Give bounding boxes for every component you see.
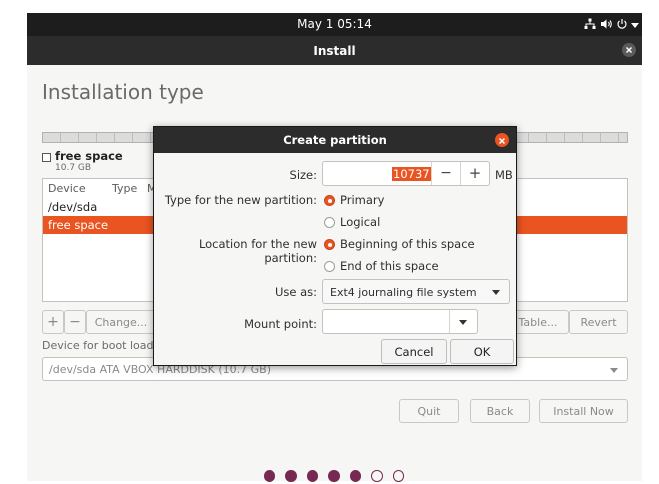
change-partition-button[interactable]: Change... bbox=[86, 310, 156, 334]
close-icon bbox=[625, 46, 633, 54]
partition-location-label: Location for the new partition: bbox=[198, 237, 317, 265]
ok-button[interactable]: OK bbox=[450, 339, 514, 364]
size-label: Size: bbox=[289, 168, 317, 182]
window-close-button[interactable] bbox=[622, 43, 636, 57]
progress-dot-pending bbox=[371, 470, 383, 482]
clock[interactable]: May 1 05:14 bbox=[27, 17, 642, 31]
back-button[interactable]: Back bbox=[470, 399, 530, 423]
logical-radio[interactable] bbox=[324, 217, 335, 228]
table-cell-device: free space bbox=[48, 218, 109, 232]
spin-divider bbox=[460, 162, 461, 185]
use-as-label: Use as: bbox=[274, 285, 317, 299]
logical-radio-label[interactable]: Logical bbox=[340, 215, 380, 229]
table-cell-device: /dev/sda bbox=[48, 200, 98, 214]
create-partition-dialog: Create partition Size: 10737 − + MB Type… bbox=[153, 126, 517, 366]
end-radio[interactable] bbox=[324, 261, 335, 272]
power-icon[interactable] bbox=[616, 18, 628, 33]
beginning-radio-label[interactable]: Beginning of this space bbox=[340, 237, 475, 251]
progress-dot-complete bbox=[328, 470, 340, 482]
column-header-type[interactable]: Type bbox=[112, 182, 137, 195]
size-spinbox[interactable]: 10737 − + bbox=[322, 161, 490, 186]
mount-point-combo[interactable] bbox=[322, 309, 478, 334]
volume-icon[interactable] bbox=[600, 18, 613, 33]
mount-point-label: Mount point: bbox=[244, 317, 317, 331]
chevron-down-icon[interactable] bbox=[459, 320, 467, 325]
use-as-select[interactable]: Ext4 journaling file system bbox=[322, 279, 510, 304]
progress-dot-complete bbox=[306, 470, 319, 482]
legend-label: free space bbox=[55, 149, 123, 163]
dialog-titlebar: Create partition bbox=[154, 127, 516, 153]
system-menu-arrow-icon[interactable] bbox=[631, 23, 639, 28]
dialog-title: Create partition bbox=[283, 133, 387, 147]
size-input[interactable]: 10737 bbox=[392, 167, 431, 181]
top-bar: May 1 05:14 bbox=[27, 13, 642, 36]
dialog-close-button[interactable] bbox=[495, 133, 509, 147]
chevron-down-icon bbox=[610, 368, 618, 373]
decrease-size-button[interactable]: − bbox=[433, 165, 459, 181]
progress-dot-complete bbox=[349, 470, 362, 482]
spin-divider bbox=[431, 162, 432, 185]
quit-button[interactable]: Quit bbox=[399, 399, 459, 423]
primary-radio[interactable] bbox=[324, 195, 335, 206]
close-icon bbox=[498, 137, 506, 145]
revert-button[interactable]: Revert bbox=[569, 310, 628, 334]
install-now-button[interactable]: Install Now bbox=[539, 399, 628, 423]
window-titlebar: Install bbox=[27, 36, 642, 65]
combo-divider bbox=[449, 310, 450, 333]
legend-swatch bbox=[42, 153, 51, 162]
size-unit: MB bbox=[495, 168, 513, 182]
progress-dots bbox=[264, 470, 405, 484]
partition-type-label: Type for the new partition: bbox=[164, 193, 317, 207]
page-title: Installation type bbox=[42, 80, 204, 104]
progress-dot-complete bbox=[264, 470, 276, 482]
add-partition-button[interactable]: + bbox=[42, 310, 64, 334]
window-title: Install bbox=[313, 44, 356, 58]
cancel-button[interactable]: Cancel bbox=[381, 339, 447, 364]
boot-loader-label: Device for boot loade bbox=[42, 339, 161, 352]
use-as-value: Ext4 journaling file system bbox=[330, 286, 477, 299]
increase-size-button[interactable]: + bbox=[462, 164, 488, 182]
progress-dot-complete bbox=[285, 470, 297, 482]
remove-partition-button[interactable]: − bbox=[64, 310, 86, 334]
chevron-down-icon bbox=[492, 290, 500, 295]
beginning-radio[interactable] bbox=[324, 239, 335, 250]
primary-radio-label[interactable]: Primary bbox=[340, 193, 384, 207]
column-header-device[interactable]: Device bbox=[48, 182, 86, 195]
end-radio-label[interactable]: End of this space bbox=[340, 259, 439, 273]
legend-size: 10.7 GB bbox=[55, 163, 92, 173]
network-icon[interactable] bbox=[584, 18, 596, 33]
progress-dot-pending bbox=[392, 470, 405, 482]
